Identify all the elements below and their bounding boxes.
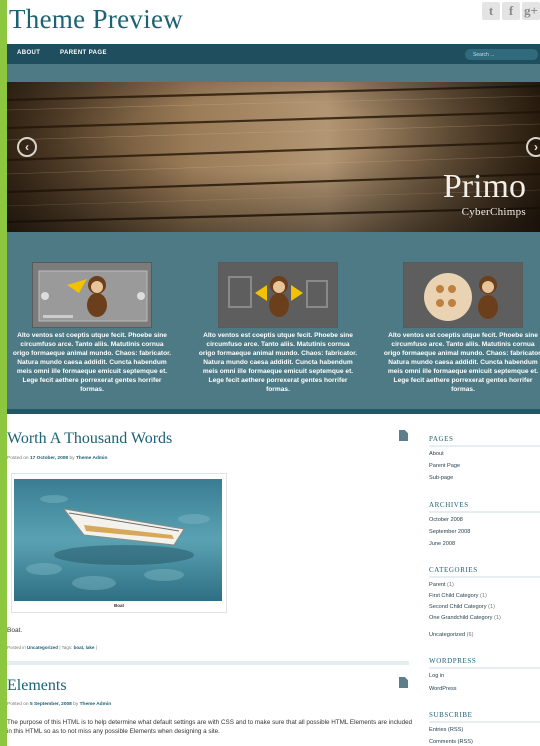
slider-subtitle: CyberChimps (461, 206, 526, 218)
slider-illustration-icon (38, 270, 148, 322)
post-title[interactable]: Worth A Thousand Words (7, 430, 172, 448)
slider-image (7, 82, 540, 232)
box-text-2: Alto ventos est coeptis utque fecit. Pho… (198, 332, 358, 393)
slider: ‹ › Primo CyberChimps (7, 82, 540, 232)
post-divider (7, 661, 409, 665)
feature-box-3: Alto ventos est coeptis utque fecit. Pho… (383, 262, 540, 394)
nav-item-parent-page[interactable]: PARENT PAGE (60, 50, 107, 56)
category-name[interactable]: Parent (429, 582, 445, 588)
category-count: (1) (488, 604, 495, 610)
category-count: (1) (480, 593, 487, 599)
category-count: (6) (466, 632, 474, 638)
search-input[interactable] (465, 49, 538, 60)
google-plus-icon[interactable]: g+ (522, 2, 540, 20)
slider-title: Primo (442, 168, 526, 205)
feature-box-1: Alto ventos est coeptis utque fecit. Pho… (12, 262, 172, 394)
feature-bottom-bar (7, 409, 540, 414)
image-caption: Boat (114, 603, 124, 608)
category-name[interactable]: Uncategorized (429, 632, 465, 638)
tag-links[interactable]: boat, lake (74, 645, 95, 650)
sidebar-link-comments-rss[interactable]: Comments (RSS) (429, 739, 473, 745)
tags-end: | (95, 645, 97, 650)
category-item[interactable]: One Grandchild Category (1) (429, 615, 501, 621)
box-text-1: Alto ventos est coeptis utque fecit. Pho… (12, 332, 172, 393)
category-item[interactable]: Uncategorized (6) (429, 632, 473, 638)
sidebar-link-about[interactable]: About (429, 451, 444, 457)
main-nav: ABOUT PARENT PAGE (7, 44, 540, 64)
category-name[interactable]: First Child Category (429, 593, 478, 599)
tags-prefix: Posted in (7, 645, 26, 650)
post-meta: Posted on 17 October, 2008 by Theme Admi… (7, 456, 107, 461)
widget-title-wordpress: WORDPRESS (429, 657, 540, 669)
meta-by: by (69, 456, 75, 461)
box-image-1[interactable] (32, 262, 152, 328)
widget-title-categories: CATEGORIES (429, 566, 540, 578)
post-tags: Posted in Uncategorized | Tags: boat, la… (7, 645, 97, 650)
sidebar-link-parent-page[interactable]: Parent Page (429, 463, 460, 469)
category-link[interactable]: Uncategorized (27, 645, 58, 650)
twitter-icon[interactable]: t (482, 2, 500, 20)
post-author-link[interactable]: Theme Admin (80, 702, 112, 707)
category-name[interactable]: Second Child Category (429, 604, 487, 610)
box-image-2[interactable] (218, 262, 338, 328)
boat-image (14, 479, 222, 601)
widget-title-subscribe: SUBSCRIBE (429, 711, 540, 723)
widget-title-pages: PAGES (429, 435, 540, 447)
box-text-3: Alto ventos est coeptis utque fecit. Pho… (383, 332, 540, 393)
category-item[interactable]: First Child Category (1) (429, 593, 487, 599)
post-author-link[interactable]: Theme Admin (76, 456, 108, 461)
archive-link[interactable]: June 2008 (429, 541, 455, 547)
post-date-link[interactable]: 5 September, 2008 (30, 702, 72, 707)
post-body: Boat. (7, 627, 23, 634)
post-meta: Posted on 5 September, 2008 by Theme Adm… (7, 702, 111, 707)
meta-prefix: Posted on (7, 702, 29, 707)
sidebar-link-wordpress[interactable]: WordPress (429, 686, 457, 692)
post-date-link[interactable]: 17 October, 2008 (30, 456, 68, 461)
slider-prev-button[interactable]: ‹ (17, 137, 37, 157)
post-format-icon (399, 430, 408, 441)
post-title[interactable]: Elements (7, 677, 67, 695)
category-count: (1) (494, 615, 501, 621)
feature-box-2: Alto ventos est coeptis utque fecit. Pho… (198, 262, 358, 394)
devices-illustration-icon (228, 276, 328, 317)
widget-title-archives: ARCHIVES (429, 501, 540, 513)
page: Theme Preview t f g+ ABOUT PARENT PAGE S… (7, 0, 540, 746)
archive-link[interactable]: September 2008 (429, 529, 470, 535)
post-image-frame: Boat (11, 473, 227, 613)
site-title[interactable]: Theme Preview (9, 4, 183, 35)
category-name[interactable]: One Grandchild Category (429, 615, 492, 621)
category-item[interactable]: Second Child Category (1) (429, 604, 495, 610)
slider-next-button[interactable]: › (526, 137, 540, 157)
meta-by: by (73, 702, 79, 707)
social-links: t f g+ (482, 2, 540, 20)
post-body: The purpose of this HTML is to help dete… (7, 719, 413, 735)
facebook-icon[interactable]: f (502, 2, 520, 20)
boat-photo[interactable] (14, 479, 222, 601)
archive-link[interactable]: October 2008 (429, 517, 463, 523)
box-image-3[interactable] (403, 262, 523, 328)
tags-label: | Tags: (59, 645, 73, 650)
meta-prefix: Posted on (7, 456, 29, 461)
category-count: (1) (447, 582, 454, 588)
nav-item-about[interactable]: ABOUT (17, 50, 40, 56)
category-item[interactable]: Parent (1) (429, 582, 454, 588)
options-illustration-icon (424, 273, 498, 321)
sidebar-link-log-in[interactable]: Log in (429, 673, 444, 679)
post-format-icon (399, 677, 408, 688)
sidebar-link-sub-page[interactable]: Sub-page (429, 475, 453, 481)
sidebar-link-entries-rss[interactable]: Entries (RSS) (429, 727, 463, 733)
